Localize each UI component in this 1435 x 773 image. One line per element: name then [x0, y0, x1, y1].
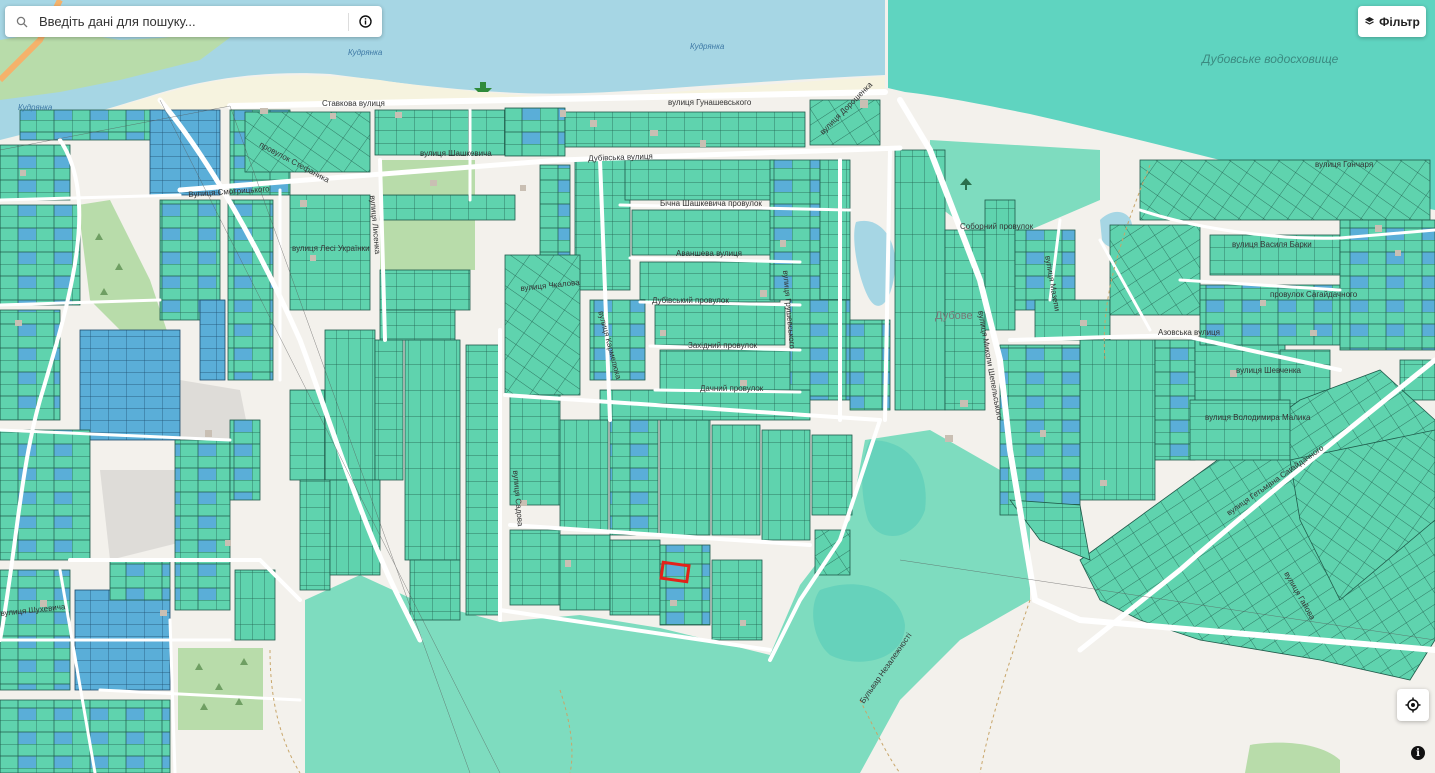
street-label: вулиця Шевченка [1236, 366, 1302, 375]
street-label: Західний провулок [688, 341, 758, 350]
parcel-block[interactable] [1034, 299, 1111, 341]
water-label-river-1: Кудрянка [348, 48, 383, 57]
street-label: Соборний провулок [960, 222, 1034, 231]
parcel-block[interactable] [19, 109, 161, 141]
street-label: вулиця Лесі Українки [292, 244, 370, 253]
parcel-block[interactable] [769, 159, 821, 301]
parcel-block[interactable] [174, 439, 231, 611]
parcel-block[interactable] [79, 329, 181, 441]
parcel-block[interactable] [504, 107, 566, 157]
parcel-block[interactable] [609, 539, 661, 616]
parcel-block[interactable] [894, 149, 946, 411]
parcel-block[interactable] [379, 194, 516, 221]
parcel-block[interactable] [564, 111, 806, 148]
parcel-block[interactable] [539, 164, 571, 271]
parcel-block[interactable] [711, 424, 761, 536]
street-label: Дубівський провулок [652, 296, 729, 305]
street-label: Азовська вулиця [1158, 328, 1220, 337]
crosshair-icon [1405, 697, 1421, 713]
layers-icon [1365, 17, 1375, 25]
info-icon [359, 15, 372, 28]
water-label-river-3: Кудрянка [18, 103, 53, 112]
parcel-block[interactable] [199, 299, 226, 381]
street-label: Аваншева вулиця [676, 249, 743, 258]
street-label: вулиця Гончаря [1315, 160, 1374, 169]
search-icon [5, 16, 39, 28]
parcel-block[interactable] [149, 109, 221, 196]
parcel-block[interactable] [659, 419, 711, 536]
filter-button[interactable]: Фільтр [1358, 6, 1426, 37]
parcel-block[interactable] [609, 419, 659, 536]
parcel-block[interactable] [1189, 399, 1291, 461]
search-input[interactable] [39, 6, 348, 37]
street-label: вулиця Гунашевського [668, 98, 752, 107]
parcel-block[interactable] [289, 389, 326, 481]
street-label: Дачний провулок [700, 384, 764, 393]
parcel-block[interactable] [404, 339, 461, 561]
parcel-block[interactable] [0, 144, 71, 201]
parcel-block[interactable] [109, 559, 171, 601]
parcel-block[interactable] [379, 309, 456, 341]
parcel-block[interactable] [761, 429, 811, 541]
parcel-block[interactable] [409, 559, 461, 621]
search-info-button[interactable] [349, 6, 382, 37]
parcel-block[interactable] [299, 479, 331, 591]
parcel-block[interactable] [1109, 224, 1201, 316]
parcel-block[interactable] [504, 254, 581, 396]
place-label-dubove: Дубове [935, 310, 973, 322]
street-label: Бічна Шашкевича провулок [660, 199, 762, 208]
search-bar [5, 6, 382, 37]
parcel-block[interactable] [811, 434, 853, 516]
parcel-block[interactable] [1079, 339, 1156, 501]
parcel-block[interactable] [624, 159, 776, 201]
parcel-block[interactable] [819, 159, 851, 301]
water-label-reservoir: Дубовське водосховище [1202, 52, 1339, 66]
parcel-block[interactable] [379, 269, 471, 311]
attribution-info-button[interactable]: i [1411, 746, 1425, 760]
parcel-block[interactable] [1339, 219, 1435, 351]
street-label: вулиця Володимира Малика [1205, 413, 1311, 422]
parcel-block[interactable] [711, 559, 763, 641]
street-label: вулиця Василя Барки [1232, 240, 1312, 249]
street-label: провулок Сагайдачного [1270, 290, 1358, 299]
parcel-block[interactable] [1154, 339, 1196, 461]
parcel-block[interactable] [229, 419, 261, 501]
locate-button[interactable] [1397, 689, 1429, 721]
parcel-block[interactable] [654, 304, 786, 346]
filter-label: Фільтр [1379, 14, 1420, 29]
street-label: Ставкова вулиця [322, 99, 385, 108]
parcel-block[interactable] [659, 544, 711, 626]
parcel-block[interactable] [0, 569, 71, 691]
parcel-block[interactable] [324, 329, 376, 481]
water-label-river-2: Кудрянка [690, 42, 725, 51]
parcel-block[interactable] [234, 569, 276, 641]
parcel-block[interactable] [1139, 159, 1431, 221]
parcel-block[interactable] [559, 419, 609, 531]
info-icon: i [1416, 747, 1420, 759]
parcel-block[interactable] [227, 199, 274, 381]
parcel-block[interactable] [509, 529, 561, 606]
parcel-block[interactable] [465, 344, 502, 616]
parcel-block[interactable] [374, 339, 404, 481]
parcel-block[interactable] [559, 534, 611, 611]
street-label: вулиця Шашкевича [420, 149, 492, 158]
